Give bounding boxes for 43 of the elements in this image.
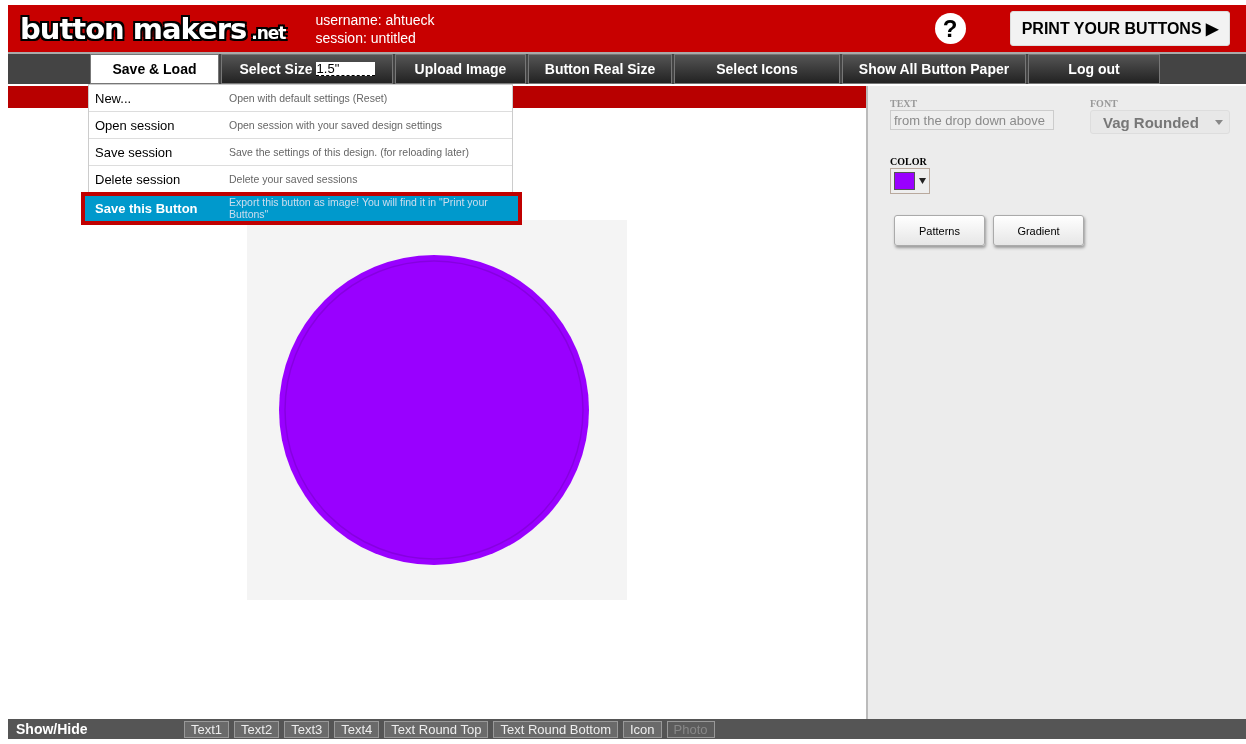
panel-button[interactable]: Patterns: [894, 215, 985, 246]
print-buttons-button[interactable]: PRINT YOUR BUTTONS ▶: [1009, 11, 1230, 46]
nav-tab[interactable]: Show All Button Paper: [842, 54, 1026, 84]
caret-icon: [919, 178, 926, 184]
menu-item[interactable]: Save session Save the settings of this design. (for reloading later): [89, 139, 512, 166]
menu-item-description: Export this button as image! You will find it in "Print your Buttons": [229, 196, 489, 220]
layer-toggle[interactable]: Text3: [284, 720, 330, 738]
menu-item-label: New...: [95, 90, 133, 106]
nav-tab[interactable]: Save & Load: [90, 54, 219, 84]
color-label: COLOR: [890, 156, 928, 167]
menu-item[interactable]: Open session Open session with your saved design settings: [89, 112, 512, 139]
menu-item-description: Open with default settings (Reset): [229, 92, 389, 104]
caret-icon: [1215, 119, 1223, 125]
menu-item-label: Save session: [95, 144, 174, 160]
layer-toggle[interactable]: Text Round Top: [384, 720, 489, 738]
tab-label: Select Size: [239, 61, 313, 77]
nav-tab[interactable]: Button Real Size: [528, 54, 672, 84]
layer-toggle[interactable]: Text2: [234, 720, 280, 738]
username-text: username: ahtueck: [315, 10, 435, 29]
menu-item[interactable]: New... Open with default settings (Reset): [89, 85, 512, 112]
menu-item-description: Save the settings of this design. (for reloading later): [229, 146, 470, 158]
layer-toggle[interactable]: Text4: [334, 720, 380, 738]
session-text: session: untitled: [315, 28, 417, 47]
menu-item-description: Open session with your saved design settings: [229, 119, 444, 131]
layer-toggle[interactable]: Text Round Bottom: [493, 720, 618, 738]
menu-item-label: Open session: [95, 117, 176, 133]
help-button[interactable]: ?: [934, 13, 966, 44]
layer-toggle[interactable]: Text1: [184, 720, 230, 738]
nav-tab[interactable]: Upload Image: [395, 54, 526, 84]
panel-button[interactable]: Gradient: [993, 215, 1084, 246]
color-picker[interactable]: [890, 168, 930, 194]
size-input[interactable]: 1.5": [315, 62, 375, 76]
select-size-tab[interactable]: Select Size 1.5": [221, 54, 393, 84]
nav-tab[interactable]: Select Icons: [674, 54, 840, 84]
show-hide-label: Show/Hide: [15, 721, 89, 737]
menu-item-description: Delete your saved sessions: [229, 173, 359, 185]
menu-item-label: Save this Button: [95, 200, 199, 216]
text-label: TEXT: [890, 98, 919, 109]
nav-tab[interactable]: Log out: [1028, 54, 1160, 84]
menu-item-label: Delete session: [95, 171, 182, 187]
layer-toggle[interactable]: Icon: [623, 720, 662, 738]
site-logo[interactable]: button makers .net: [20, 11, 286, 46]
font-label: FONT: [1090, 98, 1119, 109]
